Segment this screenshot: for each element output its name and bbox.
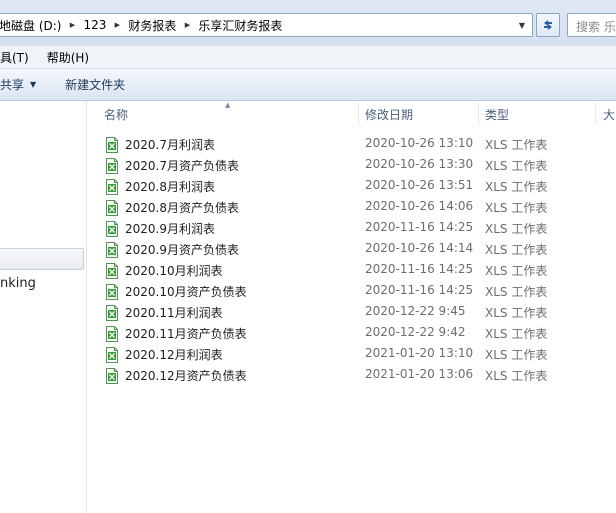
xls-file-icon [105, 305, 119, 321]
file-modified-date: 2020-10-26 13:10 [365, 136, 474, 150]
file-rows: 2020.7月利润表 2020-10-26 13:10 XLS 工作表 2020… [87, 134, 616, 386]
column-header-size[interactable]: 大 [603, 101, 615, 127]
file-list-pane: ▲ 名称 修改日期 类型 大 2020.7月利润表 2020-10-26 13:… [87, 101, 616, 513]
file-row[interactable]: 2020.10月资产负债表 2020-11-16 14:25 XLS 工作表 [87, 281, 616, 302]
xls-file-icon [105, 347, 119, 363]
xls-file-icon [105, 179, 119, 195]
file-modified-date: 2020-10-26 13:30 [365, 157, 474, 171]
file-modified-date: 2021-01-20 13:10 [365, 346, 474, 360]
file-name: 2020.10月利润表 [125, 264, 223, 278]
file-type: XLS 工作表 [485, 285, 548, 299]
breadcrumb-drive[interactable]: 地磁盘 (D:) [0, 17, 65, 34]
new-folder-label: 新建文件夹 [65, 78, 126, 92]
xls-file-icon [105, 263, 119, 279]
file-type: XLS 工作表 [485, 180, 548, 194]
breadcrumb-arrow-icon[interactable]: ▶ [65, 21, 79, 29]
command-bar: 共享 ▼ 新建文件夹 [0, 69, 616, 101]
address-bar-area: 地磁盘 (D:) ▶ 123 ▶ 财务报表 ▶ 乐享汇财务报表 ▼ 搜索 乐 [0, 0, 616, 46]
file-row[interactable]: 2020.10月利润表 2020-11-16 14:25 XLS 工作表 [87, 260, 616, 281]
xls-file-icon [105, 137, 119, 153]
file-type: XLS 工作表 [485, 222, 548, 236]
file-row[interactable]: 2020.9月资产负债表 2020-10-26 14:14 XLS 工作表 [87, 239, 616, 260]
explorer-window: 地磁盘 (D:) ▶ 123 ▶ 财务报表 ▶ 乐享汇财务报表 ▼ 搜索 乐 具… [0, 0, 616, 513]
refresh-button[interactable] [536, 13, 560, 37]
file-row[interactable]: 2020.8月资产负债表 2020-10-26 14:06 XLS 工作表 [87, 197, 616, 218]
file-type: XLS 工作表 [485, 348, 548, 362]
sort-ascending-icon: ▲ [225, 101, 231, 109]
file-modified-date: 2020-11-16 14:25 [365, 262, 474, 276]
share-label: 共享 [0, 78, 25, 92]
file-row[interactable]: 2020.11月资产负债表 2020-12-22 9:42 XLS 工作表 [87, 323, 616, 344]
xls-file-icon [105, 221, 119, 237]
menu-bar: 具(T) 帮助(H) [0, 46, 616, 69]
file-name: 2020.10月资产负债表 [125, 285, 247, 299]
file-row[interactable]: 2020.11月利润表 2020-12-22 9:45 XLS 工作表 [87, 302, 616, 323]
file-name: 2020.12月利润表 [125, 348, 223, 362]
column-header-type[interactable]: 类型 [485, 101, 509, 127]
new-folder-button[interactable]: 新建文件夹 [65, 76, 125, 93]
nav-item-label[interactable]: nking [0, 276, 36, 291]
file-name: 2020.8月资产负债表 [125, 201, 239, 215]
breadcrumb-folder-123[interactable]: 123 [79, 18, 110, 32]
xls-file-icon [105, 200, 119, 216]
file-row[interactable]: 2020.12月利润表 2021-01-20 13:10 XLS 工作表 [87, 344, 616, 365]
file-modified-date: 2020-12-22 9:42 [365, 325, 466, 339]
file-modified-date: 2020-12-22 9:45 [365, 304, 466, 318]
address-history-dropdown-icon[interactable]: ▼ [512, 14, 532, 36]
navigation-pane: nking [0, 101, 87, 513]
column-divider[interactable] [358, 103, 359, 125]
file-type: XLS 工作表 [485, 159, 548, 173]
xls-file-icon [105, 284, 119, 300]
xls-file-icon [105, 326, 119, 342]
file-name: 2020.9月利润表 [125, 222, 215, 236]
file-row[interactable]: 2020.12月资产负债表 2021-01-20 13:06 XLS 工作表 [87, 365, 616, 386]
file-type: XLS 工作表 [485, 138, 548, 152]
file-modified-date: 2020-11-16 14:25 [365, 283, 474, 297]
column-divider[interactable] [478, 103, 479, 125]
file-type: XLS 工作表 [485, 243, 548, 257]
search-placeholder: 搜索 乐 [576, 20, 616, 34]
column-header-name[interactable]: 名称 [104, 101, 128, 127]
file-name: 2020.9月资产负债表 [125, 243, 239, 257]
chevron-down-icon: ▼ [30, 80, 37, 89]
file-name: 2020.7月利润表 [125, 138, 215, 152]
column-header-date[interactable]: 修改日期 [365, 101, 413, 127]
search-input[interactable]: 搜索 乐 [567, 13, 616, 37]
column-divider[interactable] [595, 103, 596, 125]
breadcrumb-arrow-icon[interactable]: ▶ [180, 21, 194, 29]
file-type: XLS 工作表 [485, 327, 548, 341]
menu-tools[interactable]: 具(T) [0, 49, 38, 66]
file-row[interactable]: 2020.8月利润表 2020-10-26 13:51 XLS 工作表 [87, 176, 616, 197]
breadcrumb-folder-reports[interactable]: 财务报表 [124, 17, 180, 34]
file-name: 2020.12月资产负债表 [125, 369, 247, 383]
breadcrumb-current-folder[interactable]: 乐享汇财务报表 [194, 17, 286, 34]
file-row[interactable]: 2020.9月利润表 2020-11-16 14:25 XLS 工作表 [87, 218, 616, 239]
file-modified-date: 2021-01-20 13:06 [365, 367, 474, 381]
file-type: XLS 工作表 [485, 201, 548, 215]
file-name: 2020.8月利润表 [125, 180, 215, 194]
refresh-icon [544, 20, 552, 30]
file-name: 2020.7月资产负债表 [125, 159, 239, 173]
file-name: 2020.11月资产负债表 [125, 327, 247, 341]
file-row[interactable]: 2020.7月资产负债表 2020-10-26 13:30 XLS 工作表 [87, 155, 616, 176]
file-modified-date: 2020-10-26 14:14 [365, 241, 474, 255]
xls-file-icon [105, 242, 119, 258]
xls-file-icon [105, 368, 119, 384]
address-bar[interactable]: 地磁盘 (D:) ▶ 123 ▶ 财务报表 ▶ 乐享汇财务报表 [0, 13, 533, 37]
file-modified-date: 2020-10-26 13:51 [365, 178, 474, 192]
share-button[interactable]: 共享 ▼ [0, 76, 36, 93]
file-type: XLS 工作表 [485, 264, 548, 278]
file-type: XLS 工作表 [485, 369, 548, 383]
breadcrumb-arrow-icon[interactable]: ▶ [110, 21, 124, 29]
menu-help[interactable]: 帮助(H) [38, 49, 98, 66]
file-name: 2020.11月利润表 [125, 306, 223, 320]
file-type: XLS 工作表 [485, 306, 548, 320]
nav-selected-item[interactable] [0, 248, 84, 270]
file-modified-date: 2020-10-26 14:06 [365, 199, 474, 213]
column-headers: ▲ 名称 修改日期 类型 大 [87, 101, 616, 127]
file-row[interactable]: 2020.7月利润表 2020-10-26 13:10 XLS 工作表 [87, 134, 616, 155]
file-modified-date: 2020-11-16 14:25 [365, 220, 474, 234]
xls-file-icon [105, 158, 119, 174]
